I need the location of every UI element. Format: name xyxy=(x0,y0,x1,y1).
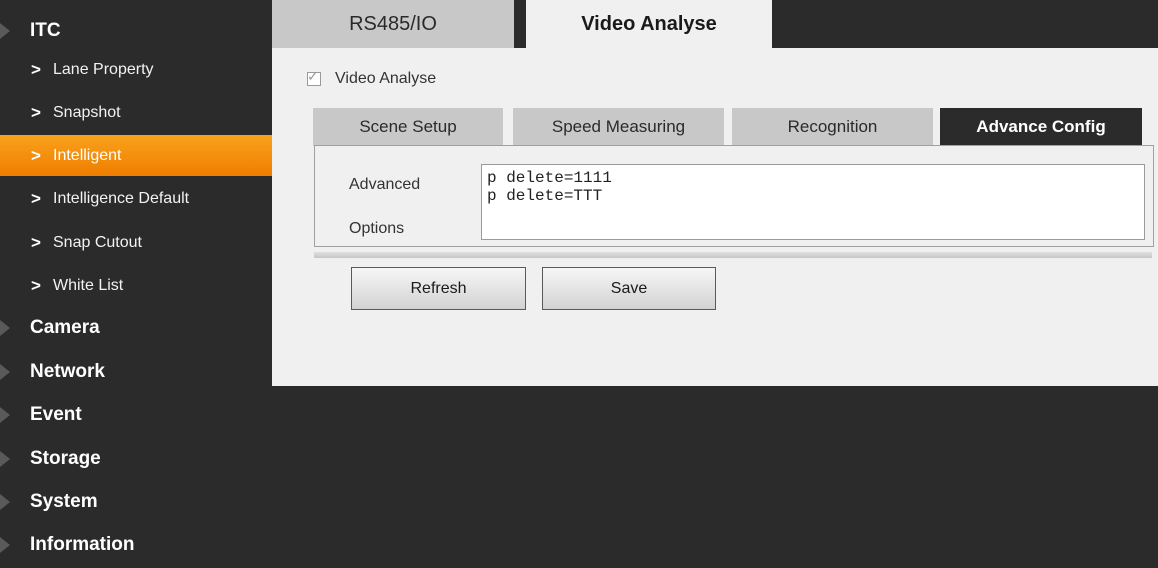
sidebar-category-itc[interactable]: ITC xyxy=(0,11,272,51)
app-root: ITC > Lane Property > Snapshot > Intelli… xyxy=(0,0,1158,568)
chevron-right-icon: > xyxy=(31,146,41,165)
sidebar-item-white-list[interactable]: > White List xyxy=(0,265,272,306)
save-button[interactable]: Save xyxy=(542,267,716,310)
sidebar-category-storage[interactable]: Storage xyxy=(0,439,272,479)
sidebar-item-label: Snapshot xyxy=(53,103,121,121)
sidebar-item-snapshot[interactable]: > Snapshot xyxy=(0,92,272,133)
chevron-right-icon: > xyxy=(31,276,41,295)
sidebar-item-intelligence-default[interactable]: > Intelligence Default xyxy=(0,178,272,219)
advanced-option-line: p delete=TTT xyxy=(487,187,603,205)
sidebar: ITC > Lane Property > Snapshot > Intelli… xyxy=(0,0,272,568)
triangle-right-icon xyxy=(0,451,10,467)
chevron-right-icon: > xyxy=(31,103,41,122)
triangle-right-icon xyxy=(0,407,10,423)
subtab-advance-config[interactable]: Advance Config xyxy=(940,108,1142,146)
sidebar-item-label: Intelligence Default xyxy=(53,189,190,207)
sidebar-category-information[interactable]: Information xyxy=(0,525,272,565)
sidebar-category-label: Network xyxy=(30,361,105,382)
sidebar-category-label: Information xyxy=(30,534,135,555)
advanced-options-label-line2: Options xyxy=(349,220,405,237)
subtab-scene-setup[interactable]: Scene Setup xyxy=(313,108,503,146)
chevron-right-icon: > xyxy=(31,60,41,79)
chevron-right-icon: > xyxy=(31,189,41,208)
triangle-right-icon xyxy=(0,494,10,510)
sidebar-item-snap-cutout[interactable]: > Snap Cutout xyxy=(0,222,272,263)
sidebar-category-system[interactable]: System xyxy=(0,482,272,522)
sidebar-item-lane-property[interactable]: > Lane Property xyxy=(0,49,272,90)
check-icon: ✓ xyxy=(307,68,319,84)
advance-config-panel: Advanced Options p delete=1111 p delete=… xyxy=(314,145,1154,247)
subtab-speed-measuring[interactable]: Speed Measuring xyxy=(513,108,724,146)
advanced-options-textarea[interactable]: p delete=1111 p delete=TTT xyxy=(481,164,1145,240)
triangle-right-icon xyxy=(0,364,10,380)
chevron-right-icon: > xyxy=(31,233,41,252)
triangle-right-icon xyxy=(0,320,10,336)
video-analyse-checkbox[interactable]: ✓ xyxy=(307,68,321,86)
advanced-option-line: p delete=1111 xyxy=(487,169,612,187)
video-analyse-label: Video Analyse xyxy=(335,70,437,87)
sidebar-category-label: ITC xyxy=(30,20,61,41)
sidebar-category-network[interactable]: Network xyxy=(0,352,272,392)
sidebar-item-label: Lane Property xyxy=(53,60,154,78)
sidebar-category-label: Storage xyxy=(30,448,101,469)
triangle-right-icon xyxy=(0,537,10,553)
sidebar-category-label: System xyxy=(30,491,98,512)
sidebar-item-intelligent[interactable]: > Intelligent xyxy=(0,135,272,176)
sidebar-item-label: Snap Cutout xyxy=(53,233,142,251)
refresh-button[interactable]: Refresh xyxy=(351,267,526,310)
sidebar-category-label: Event xyxy=(30,404,82,425)
main-panel: RS485/IO Video Analyse ✓ Video Analyse S… xyxy=(272,0,1158,386)
video-analyse-toggle[interactable]: ✓ Video Analyse xyxy=(307,68,436,90)
sidebar-category-event[interactable]: Event xyxy=(0,395,272,435)
tab-video-analyse[interactable]: Video Analyse xyxy=(526,0,772,48)
divider xyxy=(314,252,1152,258)
sidebar-category-label: Camera xyxy=(30,317,100,338)
advanced-options-label-line1: Advanced xyxy=(349,176,421,193)
subtab-recognition[interactable]: Recognition xyxy=(732,108,933,146)
sidebar-item-label: White List xyxy=(53,276,124,294)
sidebar-category-camera[interactable]: Camera xyxy=(0,308,272,348)
sidebar-item-label: Intelligent xyxy=(53,146,122,164)
tab-rs485-io[interactable]: RS485/IO xyxy=(272,0,514,48)
top-tab-bar: RS485/IO Video Analyse xyxy=(272,0,1158,48)
triangle-right-icon xyxy=(0,23,10,39)
